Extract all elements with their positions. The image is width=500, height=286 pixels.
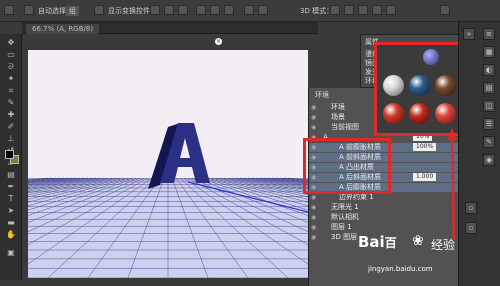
align-left-icon[interactable] [196,5,206,15]
panel-icon[interactable]: ▦ [483,46,495,58]
watermark-brand: Bai百 [358,233,397,251]
type-icon[interactable]: T [5,194,17,203]
path-select-icon[interactable]: ➤ [5,206,17,215]
3d-pan-icon[interactable] [358,5,368,15]
panel-icon[interactable]: ▫ [465,202,477,214]
visibility-eye-icon[interactable]: ◉ [311,223,316,232]
align-right-icon[interactable] [224,5,234,15]
layer-row-label: 边界约束 1 [339,193,374,201]
watermark-url: jingyan.baidu.com [368,265,433,273]
panel-icon[interactable]: ▫ [465,222,477,234]
layer-row-value[interactable]: 1.000 [413,173,437,181]
visibility-eye-icon[interactable]: ◉ [311,203,316,212]
auto-select-dropdown[interactable]: 组 [66,6,79,16]
magic-wand-icon[interactable]: ✦ [5,74,17,83]
visibility-eye-icon[interactable]: ◉ [311,113,316,122]
layer-row[interactable]: ◉ 无限光 1 [309,203,459,212]
move-tool-icon[interactable] [4,5,14,15]
document-tab[interactable]: 66.7% (A, RGB/8) [26,24,100,34]
workspace-icon[interactable] [440,5,450,15]
layer-row-label: 默认相机 [331,213,359,221]
panel-tab[interactable]: 环境 [315,90,329,100]
document-canvas[interactable] [28,50,308,278]
annotation-box [303,138,391,194]
transform-controls-label: 显示变换控件 [108,7,150,15]
move-icon[interactable]: ✥ [5,38,17,47]
hand-icon[interactable]: ✋ [5,230,17,239]
align-center-icon[interactable] [210,5,220,15]
crop-icon[interactable]: ⌗ [5,86,17,95]
shape-icon[interactable]: ▬ [5,218,17,227]
document-tab-bar: 66.7% (A, RGB/8) [22,22,318,34]
healing-icon[interactable]: ✚ [5,110,17,119]
brush-icon[interactable]: ✐ [5,122,17,131]
material-swatch-red-fabric[interactable] [435,103,456,124]
material-preview-sphere [423,49,439,65]
expand-icon[interactable]: » [463,28,475,40]
tools-panel: ✥ ▭ ᘐ ✦ ⌗ ✎ ✚ ✐ ⊥ ↺ ▱ ▤ ✒ T ➤ ▬ ✋ ▣ [0,34,22,280]
checkbox[interactable] [24,5,34,15]
material-swatch-wood[interactable] [435,75,456,96]
layer-row-label: 环境 [331,103,345,111]
checkbox[interactable] [94,5,104,15]
layer-row[interactable]: ◉ 图层 1 [309,223,459,232]
3d-mode-label: 3D 模式： [300,7,334,15]
watermark-text: 经验 [431,238,456,252]
material-swatch-red-plaid[interactable] [383,103,404,124]
align-bottom-icon[interactable] [178,5,188,15]
eyedropper-icon[interactable]: ✎ [5,98,17,107]
paw-icon: ❀ [412,233,424,249]
panel-icon[interactable]: ≡ [483,28,495,40]
panel-icon[interactable]: ◐ [483,64,495,76]
visibility-eye-icon[interactable]: ◉ [311,103,316,112]
annotation-arrow [447,128,457,241]
layer-row-label: 当前视图 [331,123,359,131]
lasso-icon[interactable]: ᘐ [5,62,17,71]
panel-icons-column: » ≡ ▦ ◐ ▤ ◫ ☰ ✎ ◉ ▫ ▫ [458,22,500,286]
stamp-icon[interactable]: ⊥ [5,134,17,143]
options-bar: 自动选择： 组 显示变换控件 3D 模式： [0,0,500,22]
screen-mode-icon[interactable]: ▣ [5,248,17,257]
panel-icon[interactable]: ▤ [483,82,495,94]
align-top-icon[interactable] [150,5,160,15]
layer-row-label: 3D 图层 [331,233,358,241]
distribute-icon[interactable] [258,5,268,15]
3d-letter[interactable] [28,50,308,278]
visibility-eye-icon[interactable]: ◉ [311,193,316,202]
visibility-eye-icon[interactable]: ◉ [311,123,316,132]
panel-icon[interactable]: ☰ [483,118,495,130]
panel-icon[interactable]: ✎ [483,136,495,148]
layer-row-label: 图层 1 [331,223,352,231]
layer-row-value[interactable]: 100% [413,143,437,151]
material-swatch-chrome[interactable] [383,75,404,96]
distribute-icon[interactable] [244,5,254,15]
layer-row-label: 场景 [331,113,345,121]
layer-row[interactable]: ◉ 边界约束 1 [309,193,459,202]
marquee-icon[interactable]: ▭ [5,50,17,59]
pen-icon[interactable]: ✒ [5,182,17,191]
3d-roll-icon[interactable] [344,5,354,15]
visibility-eye-icon[interactable]: ◉ [311,213,316,222]
visibility-eye-icon[interactable]: ◉ [311,233,316,242]
3d-rotate-icon[interactable] [330,5,340,15]
panel-icon[interactable]: ◫ [483,100,495,112]
gradient-icon[interactable]: ▤ [5,170,17,179]
material-swatch-red-check[interactable] [409,103,430,124]
foreground-color-swatch[interactable] [5,150,14,159]
align-middle-icon[interactable] [164,5,174,15]
layer-row-label: 无限光 1 [331,203,359,211]
3d-slide-icon[interactable] [372,5,382,15]
layer-row[interactable]: ◉ 默认相机 [309,213,459,222]
close-icon[interactable]: × [215,38,222,45]
3d-scale-icon[interactable] [386,5,396,15]
material-swatch-blue-glass[interactable] [409,75,430,96]
panel-icon[interactable]: ◉ [483,154,495,166]
